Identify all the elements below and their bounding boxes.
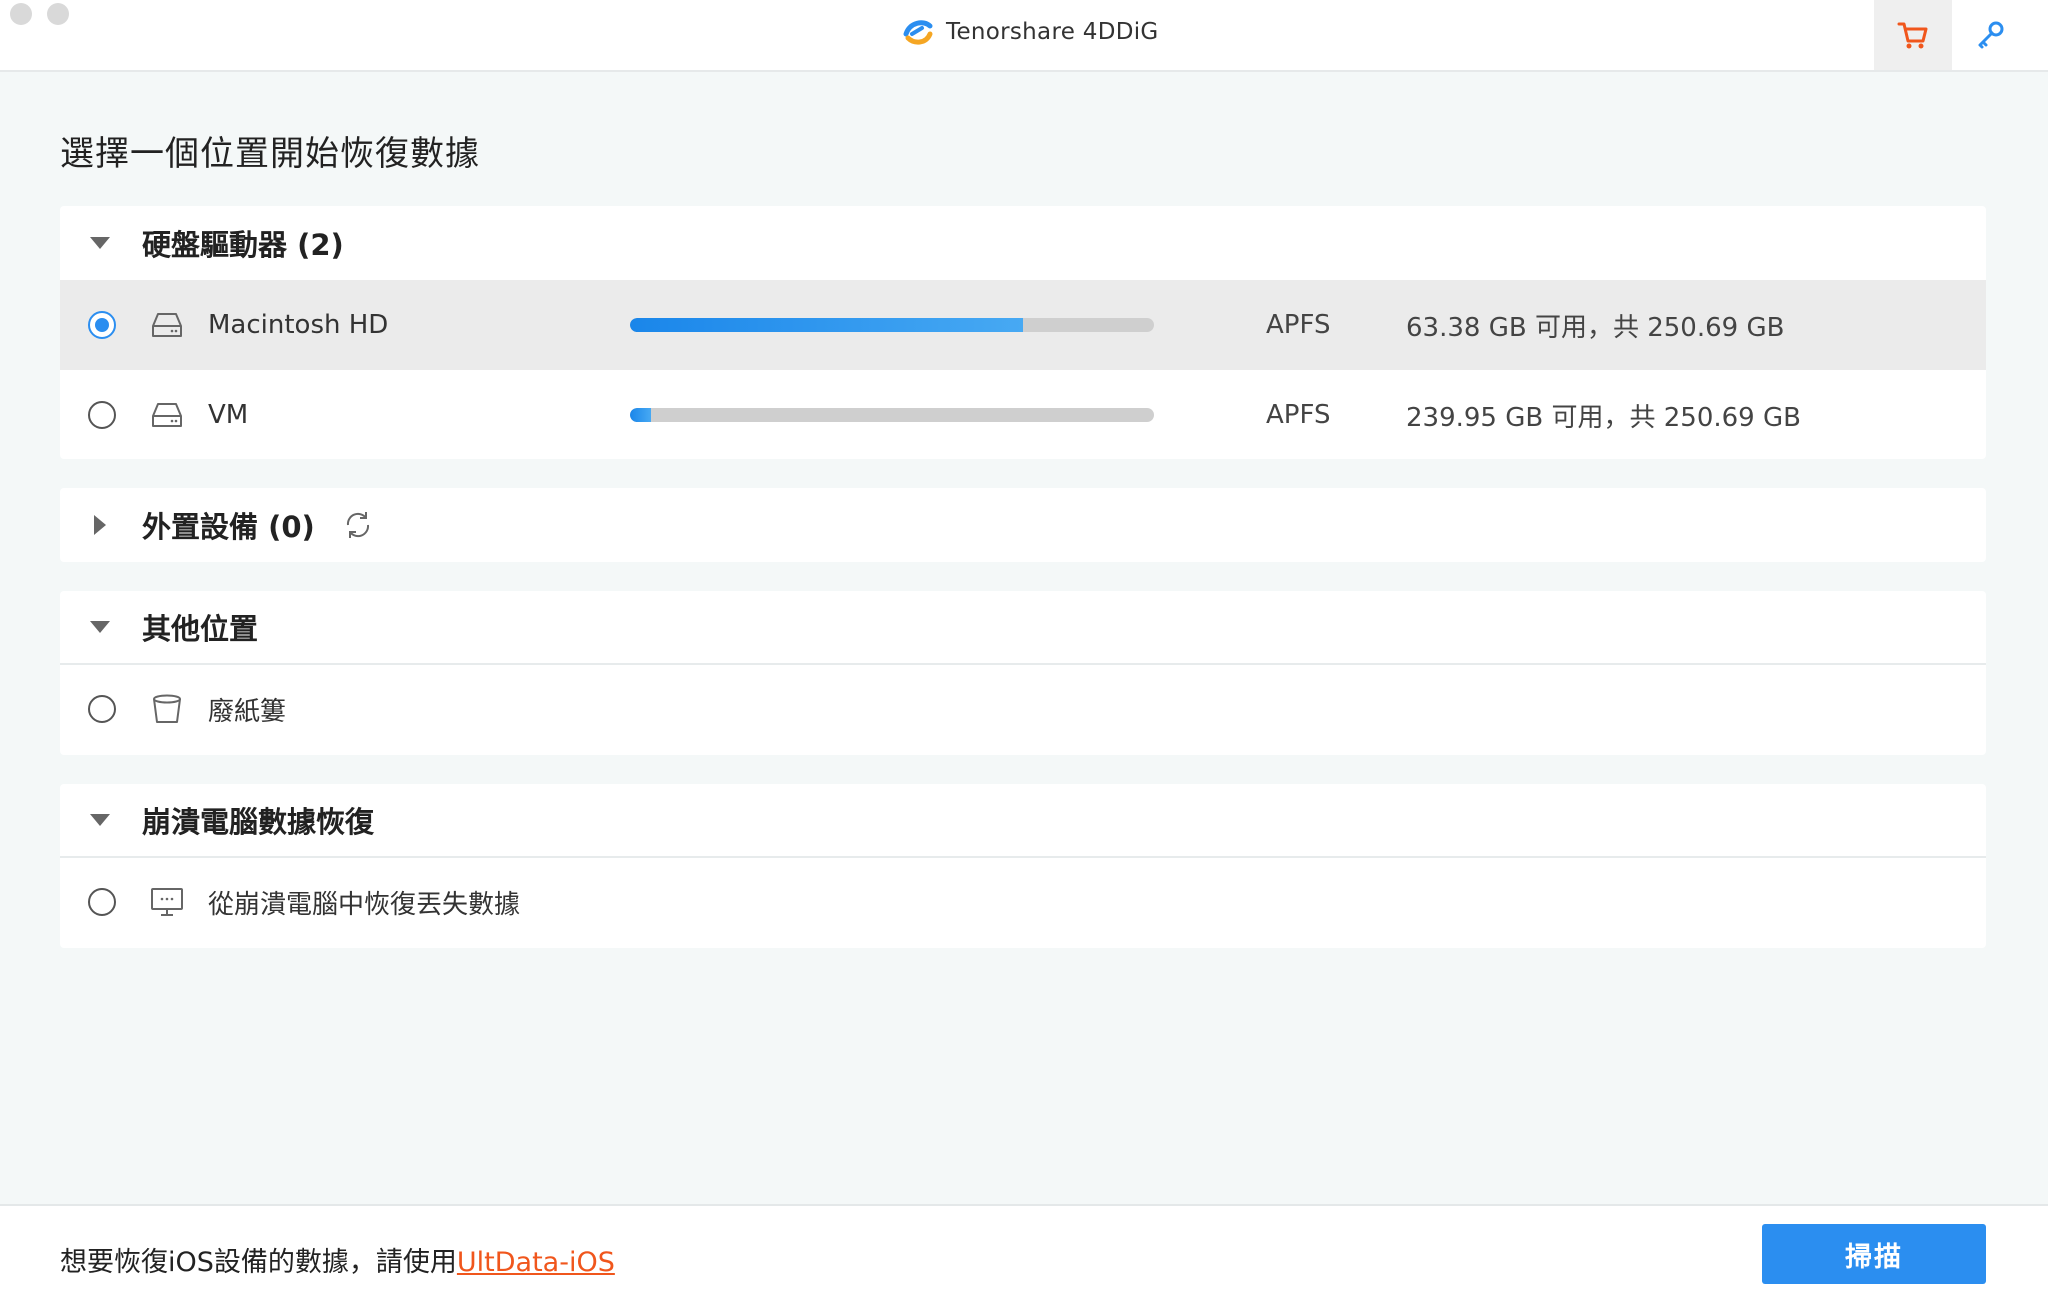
caret-down-icon[interactable] — [88, 231, 112, 255]
usage-bar-fill — [630, 408, 651, 422]
hard-drive-icon — [152, 403, 182, 427]
trash-label: 廢紙簍 — [208, 696, 287, 727]
window-close-button[interactable] — [10, 3, 32, 25]
radio-button-selected[interactable] — [88, 311, 116, 339]
monitor-icon — [151, 888, 183, 916]
radio-button[interactable] — [88, 888, 116, 916]
caret-down-icon[interactable] — [88, 808, 112, 832]
capacity-label: 239.95 GB 可用，共 250.69 GB — [1406, 402, 1801, 433]
section-title: 其他位置 — [142, 612, 259, 646]
cart-icon — [1897, 22, 1928, 49]
drive-name: VM — [208, 400, 249, 430]
scan-button[interactable]: 掃描 — [1762, 1224, 1986, 1284]
page-title: 選擇一個位置開始恢復數據 — [60, 134, 480, 174]
usage-bar — [630, 318, 1154, 332]
section-header-external[interactable]: 外置設備 (0) — [60, 488, 1986, 562]
usage-bar — [630, 408, 1154, 422]
trash-icon — [153, 694, 181, 723]
section-other: 其他位置 廢紙簍 — [60, 591, 1986, 755]
window-minimize-button[interactable] — [47, 3, 69, 25]
footer: 想要恢復iOS設備的數據，請使用UltData-iOS 掃描 — [0, 1204, 2048, 1294]
section-header-crash[interactable]: 崩潰電腦數據恢復 — [60, 784, 1986, 858]
key-icon — [1978, 21, 2004, 49]
section-title: 硬盤驅動器 (2) — [142, 228, 344, 262]
crash-recovery-label: 從崩潰電腦中恢復丟失數據 — [208, 889, 521, 920]
caret-right-icon[interactable] — [88, 513, 112, 537]
section-title: 外置設備 (0) — [142, 510, 315, 544]
radio-button[interactable] — [88, 401, 116, 429]
capacity-label: 63.38 GB 可用，共 250.69 GB — [1406, 312, 1785, 343]
section-hard-drives: 硬盤驅動器 (2) Macintosh HD APFS 63.38 GB 可用，… — [60, 206, 1986, 459]
app-name: Tenorshare 4DDiG — [946, 19, 1159, 45]
app-title: Tenorshare 4DDiG — [900, 12, 1159, 52]
register-key-button[interactable] — [1952, 0, 2030, 70]
section-title: 崩潰電腦數據恢復 — [142, 805, 375, 839]
caret-down-icon[interactable] — [88, 615, 112, 639]
cart-button[interactable] — [1874, 0, 1952, 70]
ultdata-ios-link[interactable]: UltData-iOS — [457, 1247, 615, 1278]
drive-row-macintosh-hd[interactable]: Macintosh HD APFS 63.38 GB 可用，共 250.69 G… — [60, 280, 1986, 370]
crash-recovery-row[interactable]: 從崩潰電腦中恢復丟失數據 — [60, 858, 1986, 946]
app-logo-icon — [903, 20, 933, 45]
section-crash-recovery: 崩潰電腦數據恢復 從崩潰電腦中恢復丟失數據 — [60, 784, 1986, 948]
trash-row[interactable]: 廢紙簍 — [60, 665, 1986, 753]
radio-button[interactable] — [88, 695, 116, 723]
section-header-other[interactable]: 其他位置 — [60, 591, 1986, 665]
footer-text: 想要恢復iOS設備的數據，請使用UltData-iOS — [60, 1240, 615, 1279]
drive-row-vm[interactable]: VM APFS 239.95 GB 可用，共 250.69 GB — [60, 370, 1986, 460]
footer-message: 想要恢復iOS設備的數據，請使用 — [60, 1247, 457, 1278]
title-bar: Tenorshare 4DDiG — [0, 0, 2048, 72]
usage-bar-fill — [630, 318, 1023, 332]
filesystem-label: APFS — [1266, 310, 1331, 340]
drive-name: Macintosh HD — [208, 310, 389, 340]
hard-drive-icon — [152, 313, 182, 337]
section-header-hard-drives[interactable]: 硬盤驅動器 (2) — [60, 206, 1986, 280]
section-external: 外置設備 (0) — [60, 488, 1986, 562]
filesystem-label: APFS — [1266, 400, 1331, 430]
refresh-icon[interactable] — [342, 509, 374, 541]
